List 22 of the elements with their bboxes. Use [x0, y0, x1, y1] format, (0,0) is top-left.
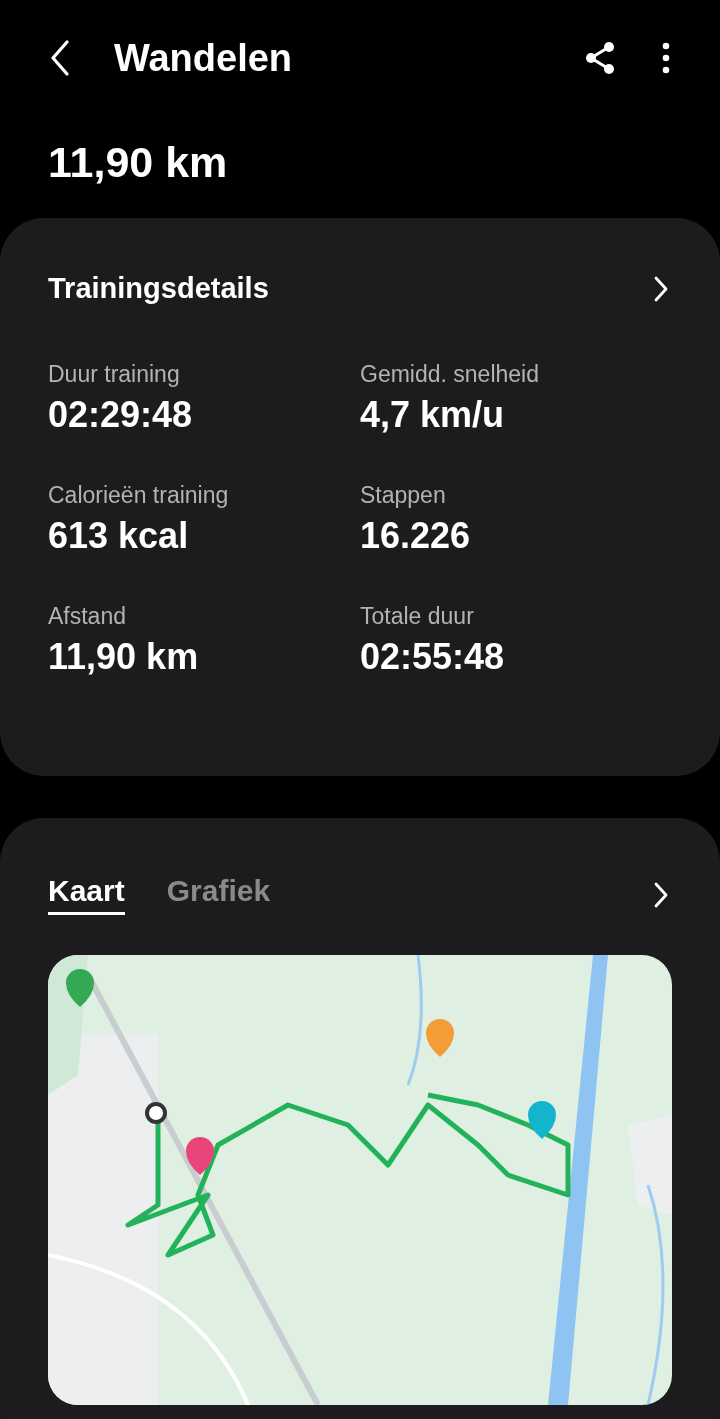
- stat-value: 02:29:48: [48, 394, 194, 436]
- stat-value: 11,90 km: [48, 636, 200, 678]
- chevron-right-icon[interactable]: [654, 881, 668, 908]
- stat-label: Gemidd. snelheid: [360, 361, 540, 388]
- total-distance: 11,90 km: [47, 137, 229, 188]
- stat-label: Duur training: [48, 361, 181, 388]
- stat-label: Afstand: [48, 603, 127, 630]
- back-icon[interactable]: [50, 40, 70, 76]
- stat-value: 613 kcal: [48, 515, 190, 557]
- stat-label: Calorieën training: [48, 482, 230, 509]
- stat-label: Stappen: [360, 482, 447, 509]
- stat-value: 16.226: [360, 515, 472, 557]
- chevron-right-icon[interactable]: [654, 275, 668, 302]
- card-title: Trainingsdetails: [48, 272, 269, 305]
- stat-label: Totale duur: [360, 603, 475, 630]
- stat-value: 4,7 km/u: [360, 394, 506, 436]
- stat-value: 02:55:48: [360, 636, 506, 678]
- more-icon[interactable]: [662, 42, 670, 74]
- tab[interactable]: Kaart: [48, 874, 125, 915]
- screen-title: Wandelen: [114, 36, 294, 80]
- share-icon[interactable]: [584, 41, 616, 75]
- tab[interactable]: Grafiek: [166, 874, 271, 915]
